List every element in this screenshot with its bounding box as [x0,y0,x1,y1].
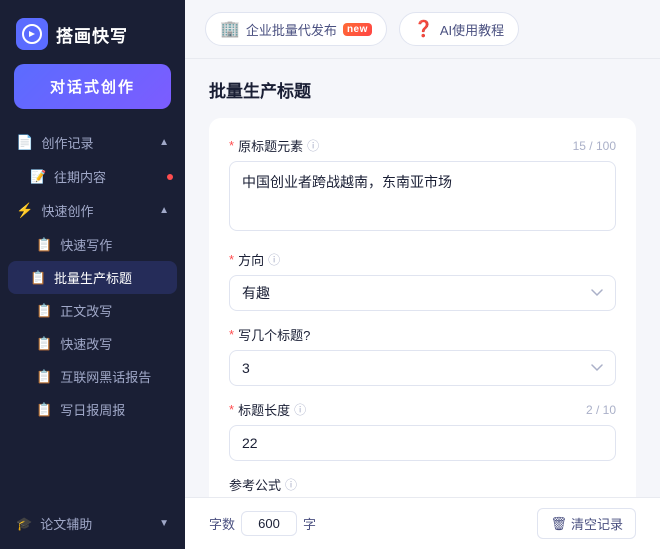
rewrite-icon: 📋 [36,303,52,319]
count-text: 写几个标题? [238,325,310,344]
required-mark-4: * [229,402,234,417]
field-formula: 参考公式 ⓘ 细分人群+数字+结果 痛点+解决方案 数字+方法论 [229,475,616,497]
sidebar-section-records-header[interactable]: 📄 创作记录 ▲ [0,125,185,160]
title-length-label: * 标题长度 ⓘ 2 / 10 [229,400,616,419]
section-records-label: 📄 创作记录 [16,133,93,152]
required-mark-2: * [229,252,234,267]
word-count-label: 字数 [209,514,235,533]
batch-title-icon: 📋 [30,270,46,286]
sidebar-item-internet-report[interactable]: 📋 互联网黑话报告 [0,360,185,393]
rewrite-label: 正文改写 [60,301,112,320]
clear-button[interactable]: 🗑 清空记录 [537,508,636,539]
source-element-label: * 原标题元素 ⓘ 15 / 100 [229,136,616,155]
section-quick-label: ⚡ 快速创作 [16,201,93,220]
batch-title-label: 批量生产标题 [54,268,132,287]
title-length-text: 标题长度 [238,400,290,419]
direction-help-icon[interactable]: ⓘ [268,251,280,268]
chevron-up-icon: ▲ [159,137,169,148]
sidebar: 搭画快写 对话式创作 📄 创作记录 ▲ 📝 往期内容 ⚡ 快速创作 ▲ 📋 [0,0,185,549]
internet-report-icon: 📋 [36,369,52,385]
required-mark-3: * [229,327,234,342]
internet-report-label: 互联网黑话报告 [60,367,151,386]
section-quick-text: 快速创作 [41,201,93,220]
paper-icon: 🎓 [16,516,32,532]
batch-publish-label: 企业批量代发布 [246,20,337,39]
source-element-textarea[interactable] [229,161,616,231]
count-select[interactable]: 3 5 10 [229,350,616,386]
quick-copy-icon: 📋 [36,336,52,352]
source-element-char-count: 15 / 100 [573,139,616,153]
daily-report-icon: 📋 [36,402,52,418]
notification-dot [167,174,173,180]
section-records-text: 创作记录 [41,133,93,152]
quick-write-label: 快速写作 [60,235,112,254]
sidebar-item-quick-write[interactable]: 📋 快速写作 [0,228,185,261]
title-length-char-count: 2 / 10 [586,403,616,417]
count-label: * 写几个标题? [229,325,616,344]
ai-tutorial-label: AI使用教程 [440,20,504,39]
field-direction: * 方向 ⓘ 有趣 专业 情感 干货 [229,250,616,311]
quick-icon: ⚡ [16,202,33,219]
sidebar-item-rewrite[interactable]: 📋 正文改写 [0,294,185,327]
logo-icon [16,18,48,50]
sidebar-item-quick-copy[interactable]: 📋 快速改写 [0,327,185,360]
recent-label: 往期内容 [54,167,106,186]
chevron-up-icon-2: ▲ [159,205,169,216]
source-element-text: 原标题元素 [238,136,303,155]
page-title: 批量生产标题 [209,77,636,102]
word-count-area: 字数 字 [209,511,316,536]
sidebar-section-records: 📄 创作记录 ▲ 📝 往期内容 [0,125,185,193]
form-card: * 原标题元素 ⓘ 15 / 100 * 方向 ⓘ 有趣 专业 情感 [209,118,636,497]
sidebar-item-daily-report[interactable]: 📋 写日报周报 [0,393,185,426]
quick-write-icon: 📋 [36,237,52,253]
logo-text: 搭画快写 [56,22,128,47]
bottom-bar: 字数 字 🗑 清空记录 [185,497,660,549]
field-title-length: * 标题长度 ⓘ 2 / 10 [229,400,616,461]
word-count-unit: 字 [303,514,316,533]
batch-publish-icon: 🏢 [220,19,240,39]
sidebar-item-recent[interactable]: 📝 往期内容 [0,160,185,193]
main-content: 🏢 企业批量代发布 new ❓ AI使用教程 批量生产标题 * 原标题元素 ⓘ … [185,0,660,549]
topnav: 🏢 企业批量代发布 new ❓ AI使用教程 [185,0,660,59]
records-icon: 📄 [16,134,33,151]
batch-publish-button[interactable]: 🏢 企业批量代发布 new [205,12,387,46]
direction-label: * 方向 ⓘ [229,250,616,269]
sidebar-section-quick: ⚡ 快速创作 ▲ 📋 快速写作 📋 批量生产标题 📋 正文改写 📋 快速改写 📋… [0,193,185,426]
recent-icon: 📝 [30,169,46,185]
required-mark-1: * [229,138,234,153]
trash-icon: 🗑 [550,516,567,532]
ai-tutorial-button[interactable]: ❓ AI使用教程 [399,12,519,46]
new-badge: new [343,23,372,36]
sidebar-item-paper[interactable]: 🎓 论文辅助 ▼ [16,506,169,541]
sidebar-item-batch-title[interactable]: 📋 批量生产标题 [8,261,177,294]
ai-tutorial-icon: ❓ [414,19,434,39]
formula-text: 参考公式 [229,475,281,494]
field-source-element: * 原标题元素 ⓘ 15 / 100 [229,136,616,236]
sidebar-bottom: 🎓 论文辅助 ▼ [0,498,185,549]
quick-copy-label: 快速改写 [60,334,112,353]
word-count-input[interactable] [241,511,297,536]
direction-text: 方向 [238,250,264,269]
title-length-input[interactable] [229,425,616,461]
daily-report-label: 写日报周报 [60,400,125,419]
paper-label: 论文辅助 [40,514,92,533]
paper-chevron: ▼ [159,518,169,529]
sidebar-section-quick-header[interactable]: ⚡ 快速创作 ▲ [0,193,185,228]
main-create-button[interactable]: 对话式创作 [14,64,171,109]
sidebar-logo: 搭画快写 [0,0,185,64]
field-count: * 写几个标题? 3 5 10 [229,325,616,386]
source-element-help-icon[interactable]: ⓘ [307,137,319,154]
formula-help-icon[interactable]: ⓘ [285,476,297,493]
title-length-help-icon[interactable]: ⓘ [294,401,306,418]
content-area: 批量生产标题 * 原标题元素 ⓘ 15 / 100 * 方向 ⓘ [185,59,660,497]
clear-btn-label: 清空记录 [571,514,623,533]
direction-select[interactable]: 有趣 专业 情感 干货 [229,275,616,311]
formula-label: 参考公式 ⓘ [229,475,616,494]
